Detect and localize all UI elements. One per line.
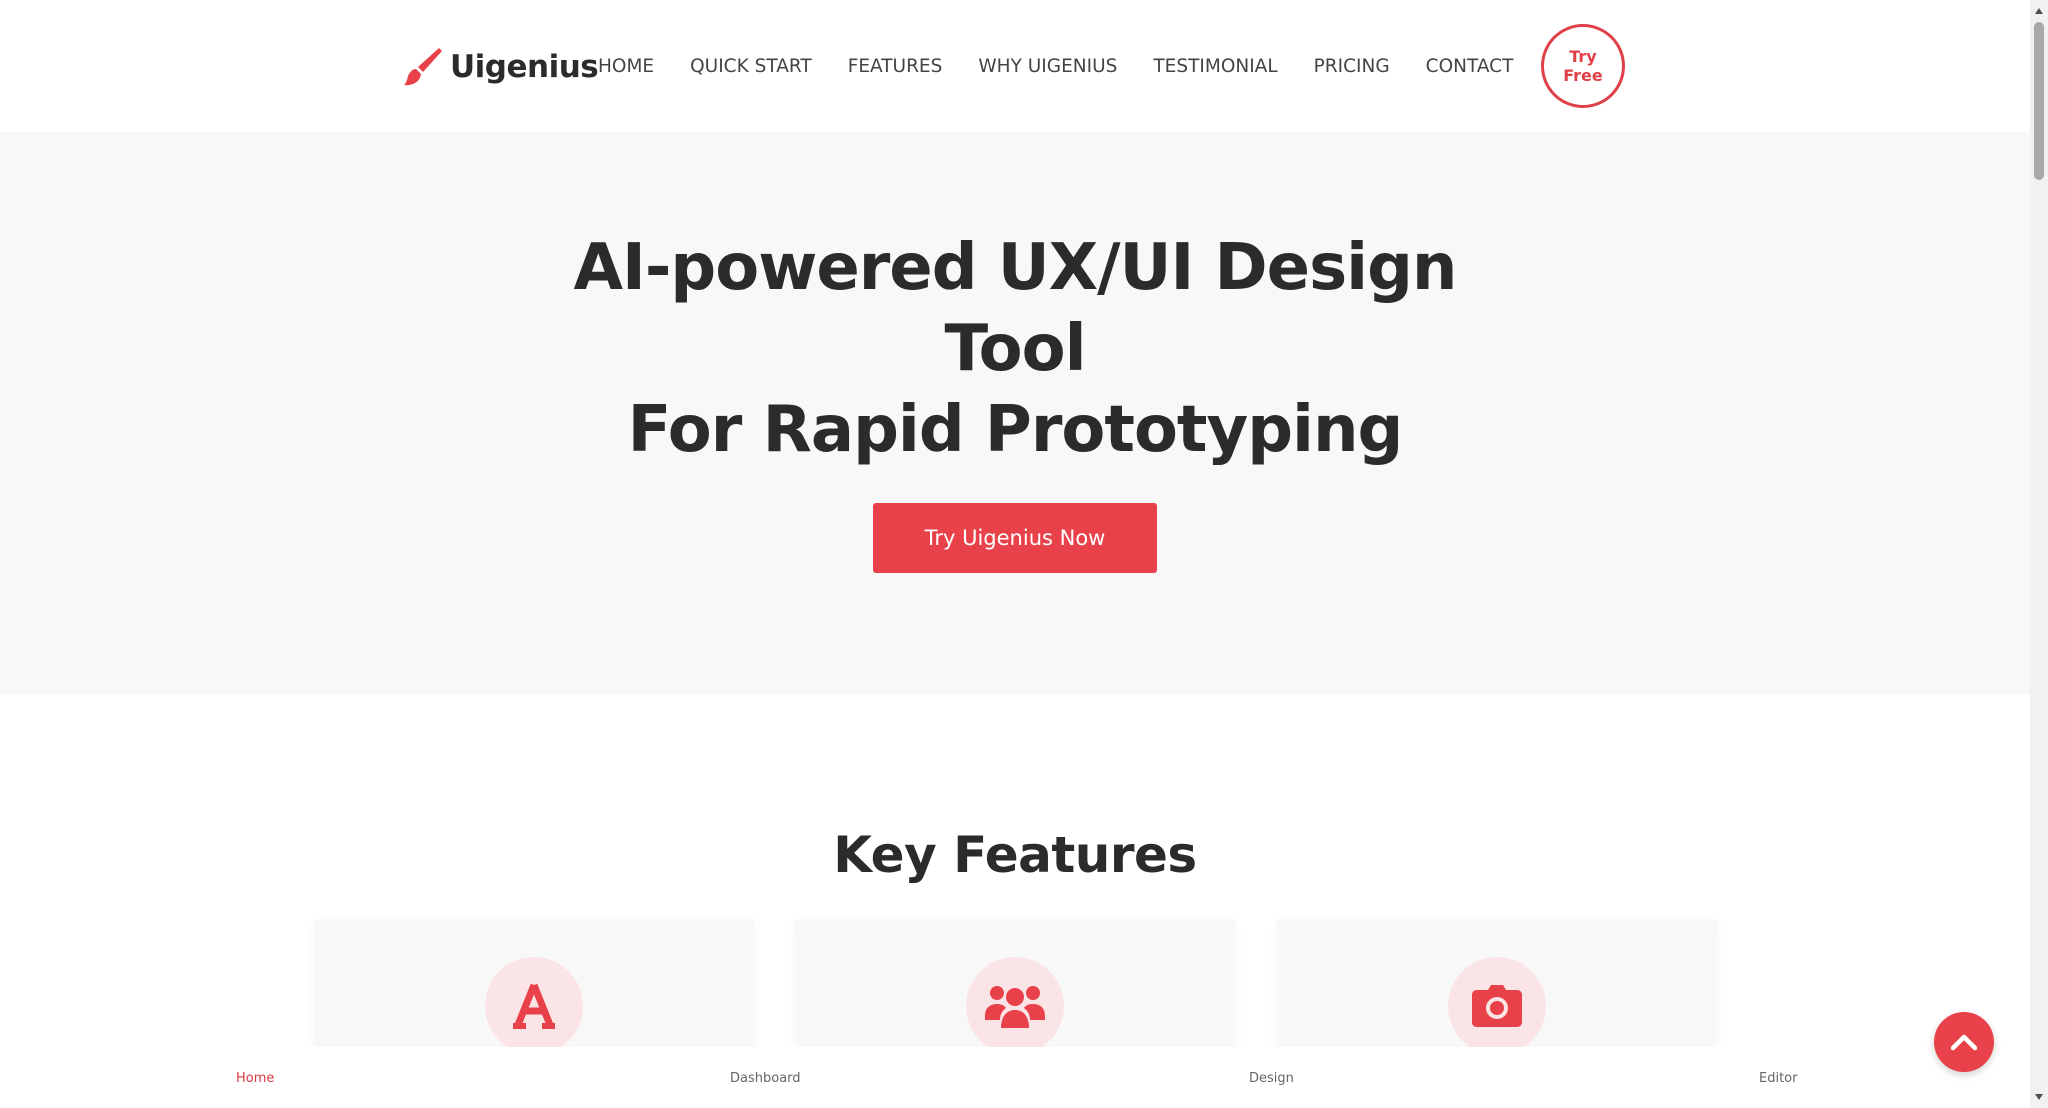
feature-icon-circle — [966, 957, 1064, 1055]
nav-contact[interactable]: CONTACT — [1426, 56, 1514, 77]
main-nav: HOME QUICK START FEATURES WHY UIGENIUS T… — [598, 46, 1513, 86]
tab-design[interactable]: Design — [1249, 1071, 1294, 1086]
scroll-up-arrow[interactable] — [2030, 2, 2048, 20]
scroll-down-arrow[interactable] — [2030, 1088, 2048, 1106]
nav-home[interactable]: HOME — [598, 56, 654, 77]
site-header: Uigenius HOME QUICK START FEATURES WHY U… — [0, 0, 2030, 132]
paintbrush-icon — [404, 48, 442, 86]
try-uigenius-now-button[interactable]: Try Uigenius Now — [873, 503, 1157, 573]
nav-why-uigenius[interactable]: WHY UIGENIUS — [978, 56, 1117, 77]
scrollbar-thumb[interactable] — [2034, 22, 2044, 180]
hero-title-line-2: For Rapid Prototyping — [627, 393, 1404, 467]
feature-card — [314, 920, 754, 1060]
bottom-tab-bar: Home Dashboard Design Editor — [0, 1047, 2030, 1108]
feature-icon-circle — [1448, 957, 1546, 1055]
brand-logo[interactable]: Uigenius — [402, 44, 599, 90]
nav-pricing[interactable]: PRICING — [1314, 56, 1390, 77]
nav-features[interactable]: FEATURES — [848, 56, 943, 77]
page: Uigenius HOME QUICK START FEATURES WHY U… — [0, 0, 2048, 1108]
hero-section: AI-powered UX/UI Design Tool For Rapid P… — [0, 132, 2030, 694]
chevron-up-icon — [1950, 1034, 1978, 1051]
tab-home[interactable]: Home — [236, 1071, 274, 1086]
hero-title-line-1: AI-powered UX/UI Design Tool — [573, 231, 1458, 386]
vertical-scrollbar[interactable] — [2030, 0, 2048, 1108]
font-a-icon — [513, 983, 555, 1029]
users-icon — [985, 986, 1045, 1028]
nav-quick-start[interactable]: QUICK START — [690, 56, 812, 77]
feature-card — [795, 920, 1235, 1060]
triangle-down-icon — [2035, 1094, 2043, 1100]
hero-title: AI-powered UX/UI Design Tool For Rapid P… — [0, 228, 2030, 471]
scroll-to-top-button[interactable] — [1934, 1012, 1994, 1072]
feature-card — [1277, 920, 1717, 1060]
try-free-button[interactable]: Try Free — [1541, 24, 1625, 108]
nav-testimonial[interactable]: TESTIMONIAL — [1153, 56, 1277, 77]
triangle-up-icon — [2035, 8, 2043, 14]
tab-dashboard[interactable]: Dashboard — [730, 1071, 801, 1086]
tab-editor[interactable]: Editor — [1759, 1071, 1797, 1086]
brand-name: Uigenius — [450, 49, 599, 85]
feature-icon-circle — [485, 957, 583, 1055]
features-title: Key Features — [833, 826, 1197, 884]
camera-icon — [1472, 985, 1522, 1027]
